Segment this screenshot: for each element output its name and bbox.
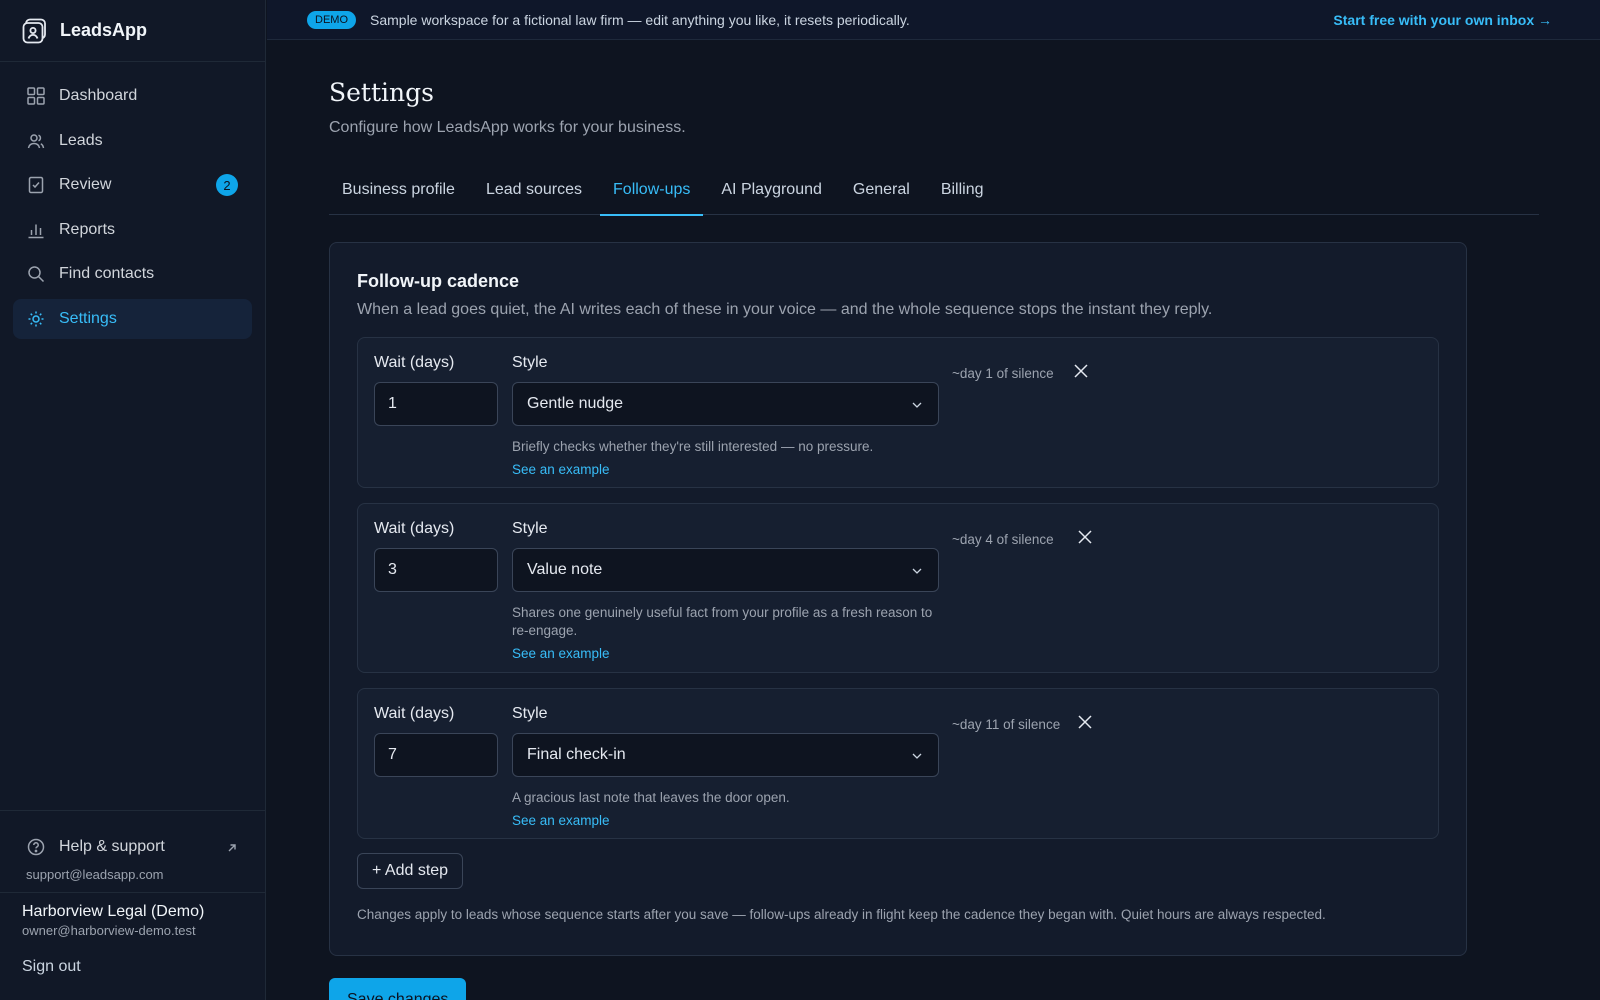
close-icon bbox=[1078, 714, 1092, 734]
card-description: When a lead goes quiet, the AI writes ea… bbox=[357, 301, 1213, 318]
help-support-link[interactable]: Help & support bbox=[13, 827, 252, 867]
external-link-icon bbox=[226, 841, 238, 853]
tab-business-profile[interactable]: Business profile bbox=[329, 165, 468, 215]
wait-days-input[interactable]: 7 bbox=[374, 733, 498, 777]
style-select-value: Value note bbox=[527, 561, 603, 578]
style-label: Style bbox=[512, 520, 548, 537]
sidebar-item-label: Find contacts bbox=[59, 265, 155, 282]
user-account: Harborview Legal (Demo) owner@harborview… bbox=[0, 892, 265, 976]
see-example-link[interactable]: See an example bbox=[512, 646, 939, 661]
cadence-step: Wait (days) 1 Style Gentle nudge Briefly… bbox=[357, 337, 1439, 488]
sidebar-item-settings[interactable]: Settings bbox=[13, 298, 252, 339]
sidebar-item-dashboard[interactable]: Dashboard bbox=[13, 76, 252, 116]
sign-out-link[interactable]: Sign out bbox=[22, 958, 243, 976]
style-select-value: Gentle nudge bbox=[527, 395, 624, 412]
remove-step-button[interactable] bbox=[1076, 714, 1094, 734]
tab-general[interactable]: General bbox=[840, 165, 923, 215]
see-example-link[interactable]: See an example bbox=[512, 462, 939, 477]
style-label: Style bbox=[512, 354, 548, 371]
bar-chart-icon bbox=[27, 221, 45, 239]
style-select[interactable]: Final check-in bbox=[512, 733, 939, 777]
wait-label: Wait (days) bbox=[374, 520, 455, 537]
review-count-badge: 2 bbox=[216, 174, 238, 196]
gear-icon bbox=[27, 310, 45, 328]
demo-banner: DEMO Sample workspace for a fictional la… bbox=[267, 0, 1600, 40]
silence-day-label: ~day 4 of silence bbox=[952, 532, 1054, 547]
add-step-button[interactable]: + Add step bbox=[357, 853, 464, 889]
style-description: Shares one genuinely useful fact from yo… bbox=[512, 605, 933, 638]
close-icon bbox=[1074, 363, 1088, 383]
sidebar: LeadsApp Dashboard Leads Review 2 Report… bbox=[0, 0, 266, 1000]
tab-follow-ups[interactable]: Follow-ups bbox=[600, 165, 704, 216]
chevron-down-icon bbox=[912, 561, 922, 579]
clipboard-check-icon bbox=[27, 176, 45, 194]
cadence-footnote: Changes apply to leads whose sequence st… bbox=[357, 907, 1326, 922]
silence-day-label: ~day 11 of silence bbox=[952, 717, 1061, 732]
tab-billing[interactable]: Billing bbox=[928, 165, 997, 215]
card-title: Follow-up cadence bbox=[357, 271, 520, 291]
help-support-label: Help & support bbox=[59, 838, 165, 855]
wait-label: Wait (days) bbox=[374, 705, 455, 722]
close-icon bbox=[1078, 529, 1092, 549]
help-circle-icon bbox=[27, 838, 45, 856]
sidebar-item-label: Reports bbox=[59, 220, 116, 238]
demo-banner-text: Sample workspace for a fictional law fir… bbox=[370, 11, 910, 28]
chevron-down-icon bbox=[912, 746, 922, 764]
grid-icon bbox=[27, 87, 45, 105]
sidebar-item-label: Leads bbox=[59, 131, 103, 149]
support-email: support@leadsapp.com bbox=[26, 867, 164, 882]
start-free-link[interactable]: Start free with your own inbox → bbox=[1333, 12, 1552, 28]
sidebar-nav: Dashboard Leads Review 2 Reports Find co… bbox=[0, 62, 265, 339]
style-description: A gracious last note that leaves the doo… bbox=[512, 790, 790, 805]
main-content: Settings Configure how LeadsApp works fo… bbox=[329, 40, 1539, 1000]
style-select[interactable]: Gentle nudge bbox=[512, 382, 939, 426]
see-example-link[interactable]: See an example bbox=[512, 813, 939, 828]
chevron-down-icon bbox=[912, 395, 922, 413]
sidebar-item-review[interactable]: Review 2 bbox=[13, 165, 252, 205]
remove-step-button[interactable] bbox=[1072, 363, 1090, 383]
settings-tabs: Business profile Lead sources Follow-ups… bbox=[329, 165, 1539, 216]
style-select-value: Final check-in bbox=[527, 746, 626, 763]
sidebar-footer: Help & support support@leadsapp.com Harb… bbox=[0, 810, 265, 1000]
sidebar-item-find-contacts[interactable]: Find contacts bbox=[13, 254, 252, 294]
search-icon bbox=[27, 265, 45, 283]
cadence-step: Wait (days) 3 Style Value note Shares on… bbox=[357, 503, 1439, 673]
tab-lead-sources[interactable]: Lead sources bbox=[473, 165, 595, 215]
save-changes-button[interactable]: Save changes bbox=[329, 978, 467, 1000]
wait-days-input[interactable]: 1 bbox=[374, 382, 498, 426]
sidebar-item-leads[interactable]: Leads bbox=[13, 121, 252, 161]
page-subtitle: Configure how LeadsApp works for your bu… bbox=[329, 119, 686, 136]
sidebar-item-label: Settings bbox=[59, 309, 117, 327]
sidebar-item-label: Review bbox=[59, 176, 112, 193]
brand[interactable]: LeadsApp bbox=[0, 0, 265, 62]
user-email: owner@harborview-demo.test bbox=[22, 923, 196, 938]
follow-up-cadence-card: Follow-up cadence When a lead goes quiet… bbox=[329, 242, 1467, 956]
cadence-step: Wait (days) 7 Style Final check-in A gra… bbox=[357, 688, 1439, 839]
silence-day-label: ~day 1 of silence bbox=[952, 366, 1054, 381]
style-select[interactable]: Value note bbox=[512, 548, 939, 592]
user-name: Harborview Legal (Demo) bbox=[22, 903, 205, 920]
logo-icon bbox=[22, 18, 48, 44]
style-label: Style bbox=[512, 705, 548, 722]
sidebar-item-label: Dashboard bbox=[59, 87, 138, 104]
users-icon bbox=[27, 132, 45, 150]
tab-ai-playground[interactable]: AI Playground bbox=[708, 165, 835, 215]
wait-days-input[interactable]: 3 bbox=[374, 548, 498, 592]
remove-step-button[interactable] bbox=[1076, 529, 1094, 549]
demo-badge: DEMO bbox=[307, 10, 356, 29]
page-title: Settings bbox=[329, 78, 434, 107]
style-description: Briefly checks whether they're still int… bbox=[512, 439, 874, 454]
sidebar-item-reports[interactable]: Reports bbox=[13, 210, 252, 250]
wait-label: Wait (days) bbox=[374, 354, 455, 371]
app-name: LeadsApp bbox=[60, 20, 148, 40]
